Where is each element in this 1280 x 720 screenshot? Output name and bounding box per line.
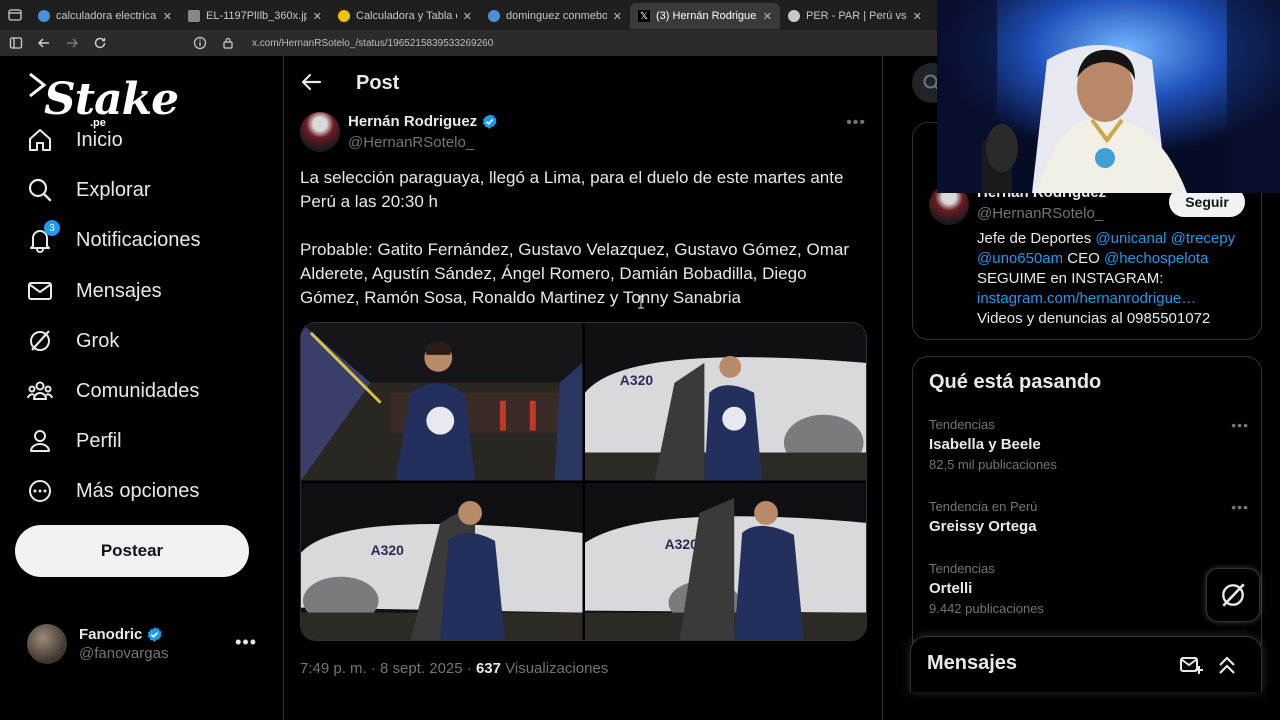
new-message-icon[interactable] <box>1179 653 1203 677</box>
bio-mention-link[interactable]: @hechospelota <box>1104 250 1208 267</box>
account-switcher[interactable]: Fanodric @fanovargas ••• <box>27 622 267 666</box>
communities-icon <box>26 377 54 405</box>
nav-item-perfil[interactable]: Perfil <box>26 421 122 461</box>
person-icon <box>26 427 54 455</box>
nav-item-explorar[interactable]: Explorar <box>26 170 150 210</box>
bio-mention-link[interactable]: @trecepy <box>1167 230 1235 247</box>
edge-search-icon <box>488 10 500 22</box>
nav-item-inicio[interactable]: Inicio <box>26 120 123 160</box>
envelope-icon <box>26 277 54 305</box>
post-photo[interactable]: A320 <box>301 482 583 640</box>
post-photo[interactable]: A320 <box>584 482 866 640</box>
trend-item[interactable]: Tendencias Isabella y Beele 82,5 mil pub… <box>929 417 1249 472</box>
trend-item[interactable]: Tendencia en Perú Greissy Ortega ••• <box>929 499 1249 535</box>
svg-text:A320: A320 <box>664 535 698 551</box>
browser-tab-active[interactable]: 𝕏(3) Hernán Rodriguez en X: "La✕ <box>630 3 780 29</box>
forward-icon[interactable] <box>64 35 80 51</box>
post-photo[interactable]: A320 <box>584 323 866 481</box>
browser-tab[interactable]: dominguez conmebol - Buscar con✕ <box>480 3 630 29</box>
close-tab-icon[interactable]: ✕ <box>463 10 472 23</box>
more-circle-icon <box>26 477 54 505</box>
nav-item-comunidades[interactable]: Comunidades <box>26 371 199 411</box>
more-horizontal-icon[interactable]: ••• <box>1231 499 1249 515</box>
x-icon: 𝕏 <box>638 10 650 22</box>
bio-instagram-link[interactable]: instagram.com/hernanrodrigue… <box>977 290 1196 307</box>
messages-drawer-title: Mensajes <box>927 652 1018 674</box>
tab-actions-icon[interactable] <box>0 0 30 30</box>
image-icon <box>188 10 200 22</box>
more-horizontal-icon[interactable]: ••• <box>846 114 866 132</box>
verified-badge-icon <box>148 627 162 642</box>
profile-bio: Jefe de Deportes @unicanal @trecepy @uno… <box>977 230 1236 327</box>
sidebar-toggle-icon[interactable] <box>8 35 24 51</box>
close-tab-icon[interactable]: ✕ <box>913 10 922 23</box>
left-navigation: Stake .pe Inicio Explorar 3 Notificacion… <box>0 56 283 720</box>
expand-up-icon[interactable] <box>1215 653 1239 677</box>
profile-handle[interactable]: @HernanRSotelo_ <box>977 205 1103 222</box>
yellow-site-icon <box>338 10 350 22</box>
main-column: Post Hernán Rodriguez @HernanRSotelo_ ••… <box>283 56 883 720</box>
site-icon <box>788 10 800 22</box>
post-photo[interactable] <box>301 323 583 481</box>
account-name: Fanodric <box>79 626 143 643</box>
bio-mention-link[interactable]: @uno650am <box>977 250 1063 267</box>
close-tab-icon[interactable]: ✕ <box>313 10 322 23</box>
webcam-overlay <box>937 0 1280 193</box>
browser-tab[interactable]: PER - PAR | Perú vs Paraguay EN✕ <box>780 3 930 29</box>
url-field[interactable]: x.com/HernanRSotelo_/status/196521583953… <box>252 38 493 49</box>
nav-item-grok[interactable]: Grok <box>26 321 119 361</box>
svg-text:A320: A320 <box>619 372 653 388</box>
page-title: Post <box>356 72 400 94</box>
grok-floating-button[interactable] <box>1206 568 1260 622</box>
author-handle[interactable]: @HernanRSotelo_ <box>348 134 474 151</box>
account-handle: @fanovargas <box>79 645 169 662</box>
author-name[interactable]: Hernán Rodriguez <box>348 113 477 130</box>
post-text: La selección paraguaya, llegó a Lima, pa… <box>300 168 849 307</box>
search-icon <box>26 176 54 204</box>
nav-item-mas-opciones[interactable]: Más opciones <box>26 471 199 511</box>
messages-drawer[interactable]: Mensajes <box>910 636 1262 692</box>
verified-badge-icon <box>482 114 497 129</box>
browser-tab[interactable]: EL-1197PlIlb_360x.jpg (Imagen JP✕ <box>180 3 330 29</box>
post-media-grid: A320 A320 A320 <box>300 322 867 641</box>
nav-item-notificaciones[interactable]: 3 Notificaciones <box>26 220 201 260</box>
site-info-icon[interactable] <box>192 35 208 51</box>
post-meta: 7:49 p. m. · 8 sept. 2025 · 637 Visualiz… <box>300 660 609 677</box>
more-horizontal-icon[interactable]: ••• <box>1231 417 1249 433</box>
main-header: Post <box>284 56 882 109</box>
notification-badge: 3 <box>44 220 60 236</box>
post-timestamp[interactable]: 7:49 p. m. · 8 sept. 2025 · <box>300 660 476 677</box>
close-tab-icon[interactable]: ✕ <box>763 10 772 23</box>
grok-icon <box>1222 583 1245 607</box>
svg-text:A320: A320 <box>371 541 405 557</box>
post-author: Hernán Rodriguez @HernanRSotelo_ ••• <box>300 112 870 156</box>
home-icon <box>26 126 54 154</box>
edge-search-icon <box>38 10 50 22</box>
view-count: 637 <box>475 660 501 677</box>
lock-icon <box>220 35 236 51</box>
browser-tab[interactable]: calculadora electrica - Buscar con✕ <box>30 3 180 29</box>
back-arrow-icon[interactable] <box>300 71 322 93</box>
post-button[interactable]: Postear <box>15 525 249 577</box>
author-avatar[interactable] <box>300 112 340 152</box>
bio-mention-link[interactable]: @unicanal <box>1095 230 1166 247</box>
reload-icon[interactable] <box>92 35 108 51</box>
trends-title: Qué está pasando <box>929 371 1102 393</box>
more-horizontal-icon[interactable]: ••• <box>235 632 257 653</box>
browser-tab[interactable]: Calculadora y Tabla de Resultado✕ <box>330 3 480 29</box>
nav-item-mensajes[interactable]: Mensajes <box>26 271 162 311</box>
text-cursor-icon <box>638 295 644 309</box>
trend-item[interactable]: Tendencias Ortelli 9.442 publicaciones <box>929 561 1249 616</box>
close-tab-icon[interactable]: ✕ <box>163 10 172 23</box>
close-tab-icon[interactable]: ✕ <box>613 10 622 23</box>
grok-icon <box>26 327 54 355</box>
avatar <box>27 624 67 664</box>
bell-icon: 3 <box>26 220 60 254</box>
back-icon[interactable] <box>36 35 52 51</box>
streamer-webcam-image <box>937 0 1280 193</box>
